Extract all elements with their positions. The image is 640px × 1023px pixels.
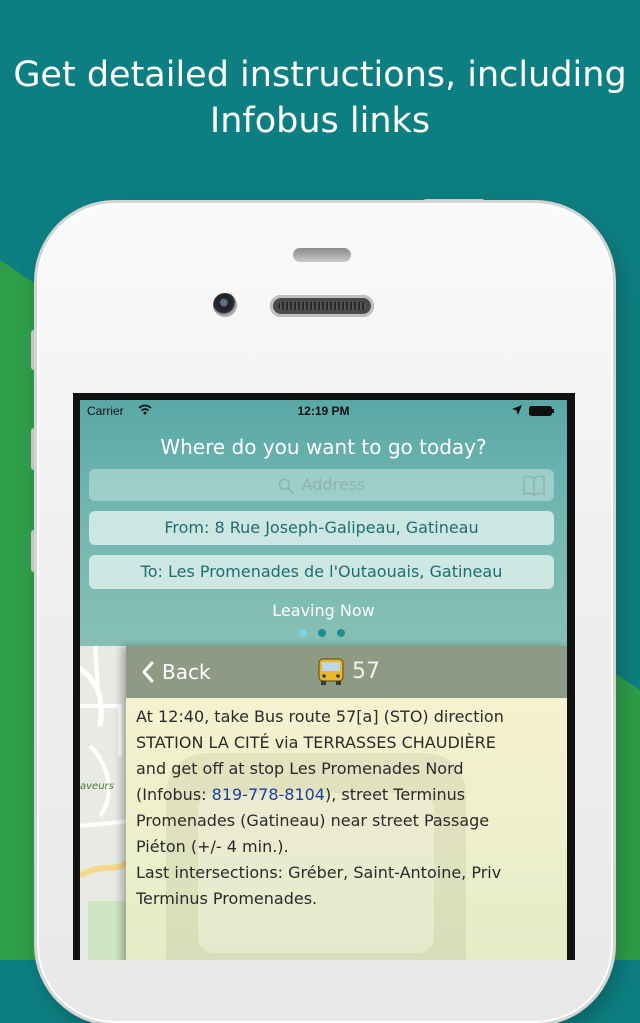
back-label: Back: [162, 660, 211, 684]
status-time: 12:19 PM: [297, 404, 350, 418]
back-chevron-icon: [142, 661, 154, 683]
search-placeholder: Address: [301, 475, 366, 494]
page-dot-2[interactable]: [318, 629, 326, 637]
destination-question: Where do you want to go today?: [160, 435, 487, 459]
page-dot-3[interactable]: [337, 629, 345, 637]
instruction-text: At 12:40, take Bus route 57[a] (STO) dir…: [136, 704, 564, 912]
location-arrow-icon: [512, 405, 522, 415]
status-bar: Carrier 12:19 PM: [80, 400, 567, 422]
search-icon: [278, 478, 294, 494]
headline-line-2: Infobus links: [209, 101, 431, 141]
detail-header: Back 57: [126, 646, 567, 698]
phone-top-sensor: [293, 248, 351, 262]
route-detail-card: Back 57 At 12:40, take Bus route 57[a] (…: [126, 646, 567, 960]
app-screen: aveurs Carrier 12:19 PM Where do you wan…: [80, 400, 567, 960]
headline: Get detailed instructions, including Inf…: [0, 52, 640, 144]
route-number: 57: [352, 659, 380, 684]
from-location-button[interactable]: From: 8 Rue Joseph-Galipeau, Gatineau: [89, 511, 554, 545]
headline-line-1: Get detailed instructions, including: [13, 55, 627, 95]
bookmarks-book-icon[interactable]: [522, 474, 546, 496]
instruction-panel: At 12:40, take Bus route 57[a] (STO) dir…: [126, 698, 567, 960]
phone-earpiece: [270, 295, 374, 317]
trip-planner-panel: Carrier 12:19 PM Where do you want to go…: [80, 400, 567, 646]
infobus-phone-link[interactable]: 819-778-8104: [212, 785, 325, 804]
front-camera-icon: [213, 293, 237, 317]
bus-icon: [318, 658, 344, 685]
battery-icon: [529, 406, 554, 416]
leaving-time-button[interactable]: Leaving Now: [80, 601, 567, 620]
address-search-input[interactable]: Address: [89, 469, 554, 501]
to-location-button[interactable]: To: Les Promenades de l'Outaouais, Gatin…: [89, 555, 554, 589]
page-dot-1[interactable]: [299, 629, 307, 637]
map-street-label: aveurs: [80, 781, 114, 792]
back-button[interactable]: Back: [142, 655, 211, 689]
